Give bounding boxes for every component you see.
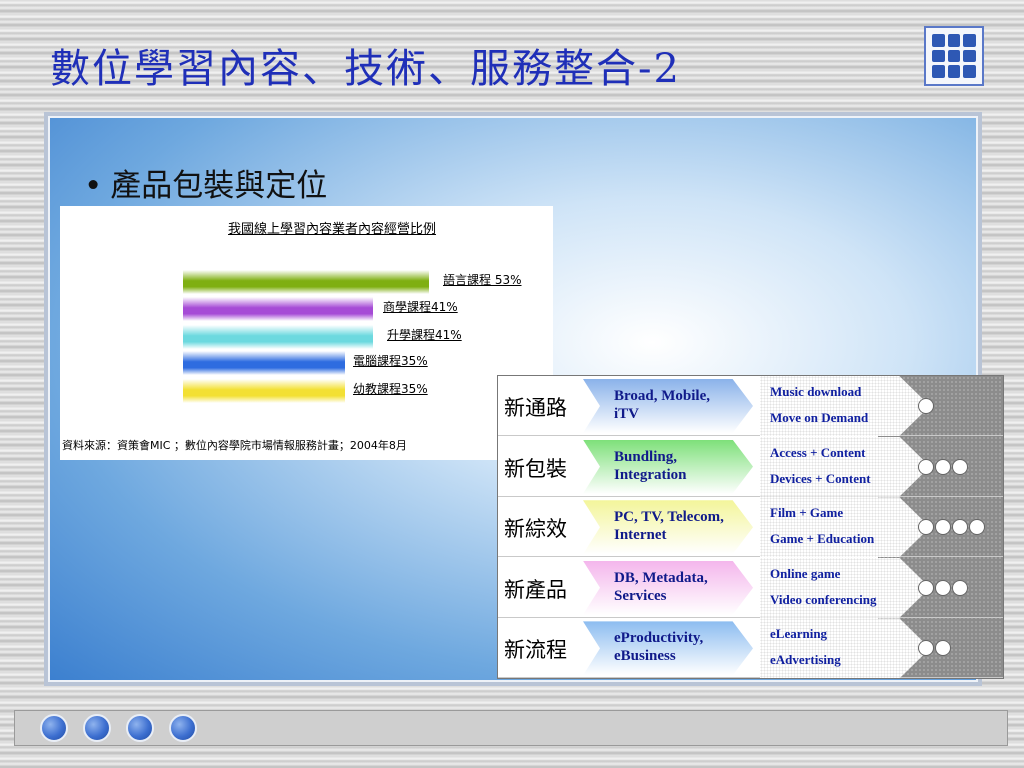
example-text: eLearning: [770, 626, 828, 642]
rating-circle-icon: [918, 458, 934, 475]
chart-source: 資料來源：資策會MIC ；數位內容學院市場情報服務計畫；2004年8月: [62, 439, 407, 452]
rating-circle-icon: [935, 519, 951, 536]
example-text: Access + Content: [770, 444, 866, 460]
bar-label: 商學課程41%: [383, 300, 458, 314]
rating-circle-icon: [935, 640, 951, 657]
rating-circle-icon: [918, 398, 934, 414]
navigation-bar: [14, 710, 1008, 746]
nav-button-3[interactable]: [126, 714, 154, 742]
row-label: 新產品: [504, 577, 567, 602]
nav-button-2[interactable]: [83, 714, 111, 742]
matrix-row: 新產品 DB, Metadata, Services Online game Video…: [498, 557, 1003, 618]
rating-circle-icon: [935, 579, 951, 596]
chevron-text: Bundling,: [614, 448, 677, 465]
bullet-item: • 產品包裝與定位: [84, 160, 327, 205]
nav-button-1[interactable]: [40, 714, 68, 742]
matrix-row: 新流程 eProductivity, eBusiness eLearning eAdve…: [498, 618, 1003, 678]
nav-button-4[interactable]: [169, 714, 197, 742]
row-label: 新流程: [504, 638, 567, 663]
chevron-text: DB, Metadata,: [614, 569, 708, 586]
chevron-text: eProductivity,: [614, 630, 704, 647]
chevron-text: PC, TV, Telecom,: [614, 509, 724, 526]
bar-label: 電腦課程35%: [353, 354, 428, 368]
chart-bar: [183, 379, 345, 403]
grid-menu-icon[interactable]: [924, 26, 984, 86]
example-text: Film + Game: [770, 505, 844, 521]
bar-label: 升學課程41%: [387, 328, 462, 342]
example-text: eAdvertising: [770, 652, 841, 668]
chevron-text: eBusiness: [614, 648, 676, 665]
rating-circle-icon: [969, 519, 985, 536]
bar-chart: 我國線上學習內容業者內容經營比例 語言課程 53% 商學課程41% 升學課程41% 電…: [60, 206, 553, 460]
matrix-row: 新綜效 PC, TV, Telecom, Internet Film + Game Ga…: [498, 497, 1003, 558]
chevron-text: iTV: [614, 406, 640, 422]
strategy-matrix: 新通路 Broad, Mobile, iTV Music download Move o…: [497, 375, 1004, 679]
example-text: Game + Education: [770, 531, 875, 547]
rating-circles: [918, 458, 968, 475]
chevron-text: Integration: [614, 466, 687, 483]
rating-circle-icon: [918, 519, 934, 536]
example-text: Move on Demand: [770, 410, 869, 425]
rating-circle-icon: [952, 519, 968, 536]
slide-title: 數位學習內容、技術、服務整合-2: [50, 46, 681, 92]
chevron-text: Services: [614, 587, 667, 604]
bar-label: 語言課程 53%: [443, 273, 522, 287]
matrix-row: 新包裝 Bundling, Integration Access + Content D…: [498, 436, 1003, 497]
example-text: Devices + Content: [770, 470, 871, 486]
row-label: 新通路: [504, 396, 567, 420]
chart-bar: [183, 325, 373, 349]
chevron-text: Internet: [614, 527, 667, 544]
chevron-text: Broad, Mobile,: [614, 388, 710, 404]
rating-circle-icon: [935, 458, 951, 475]
example-text: Online game: [770, 565, 841, 581]
chart-bar: [183, 270, 429, 294]
chart-title: 我國線上學習內容業者內容經營比例: [228, 222, 437, 237]
row-label: 新包裝: [504, 456, 567, 481]
rating-circle-icon: [952, 579, 968, 596]
example-text: Music download: [770, 384, 862, 399]
rating-circles: [918, 398, 934, 414]
row-label: 新綜效: [504, 517, 567, 542]
matrix-row: 新通路 Broad, Mobile, iTV Music download Move o…: [498, 376, 1003, 436]
rating-circles: [918, 579, 968, 596]
bullet-dot: •: [84, 168, 103, 204]
rating-circle-icon: [952, 458, 968, 475]
rating-circle-icon: [918, 640, 934, 657]
rating-circle-icon: [918, 579, 934, 596]
chart-bar: [183, 297, 373, 321]
bar-label: 幼教課程35%: [353, 382, 428, 396]
chart-bar: [183, 351, 345, 375]
rating-circles: [918, 519, 985, 536]
example-text: Video conferencing: [770, 591, 877, 607]
rating-circles: [918, 640, 951, 657]
bullet-text: 產品包裝與定位: [110, 168, 328, 204]
